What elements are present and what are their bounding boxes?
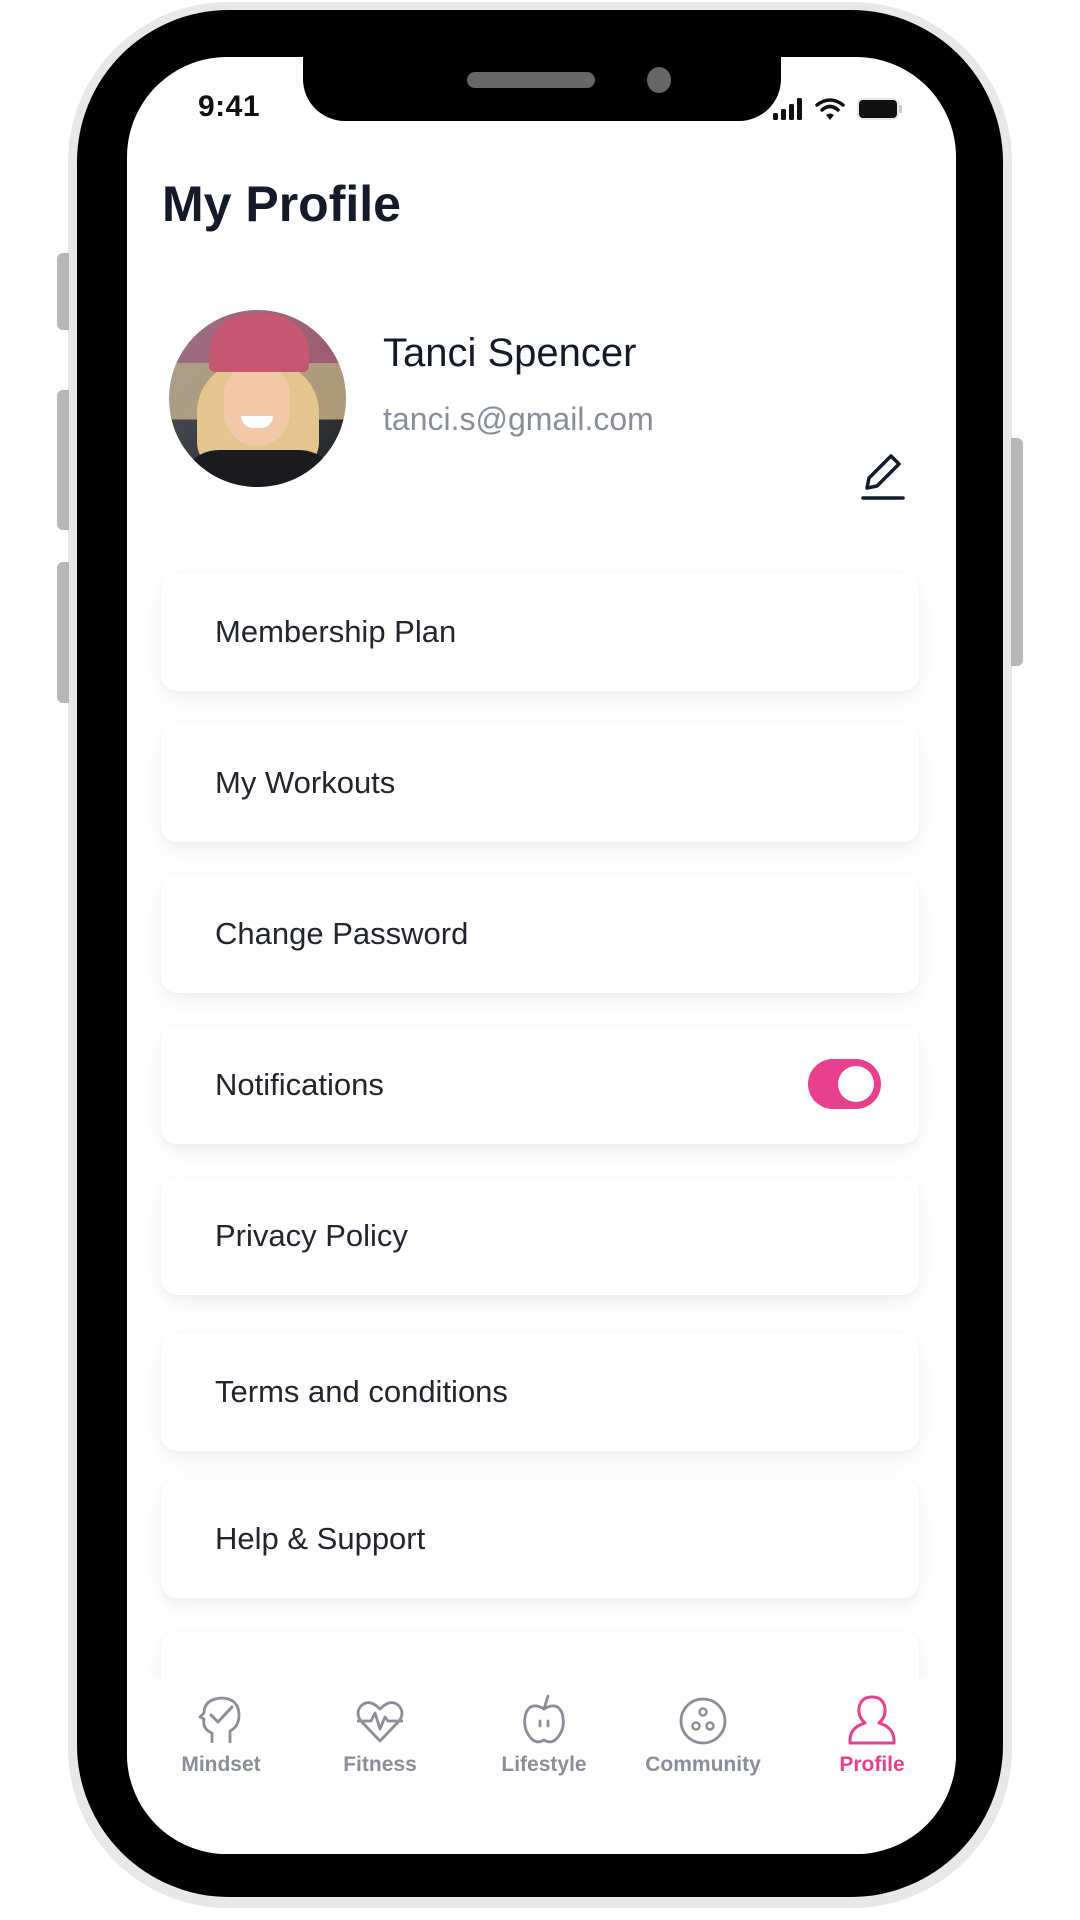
toggle-knob	[838, 1066, 874, 1102]
menu-item-notifications: Notifications	[161, 1026, 919, 1144]
status-time: 9:41	[198, 90, 261, 123]
page-title: My Profile	[162, 176, 401, 232]
nav-item-lifestyle[interactable]: Lifestyle	[469, 1693, 619, 1777]
pencil-icon	[861, 454, 905, 500]
head-check-icon	[198, 1696, 241, 1743]
nav-item-profile[interactable]: Profile	[797, 1693, 947, 1777]
nav-label: Mindset	[181, 1753, 261, 1776]
nav-label: Lifestyle	[501, 1753, 587, 1776]
phone-screen: 9:41 My Profile Tanci Spencer tanci.s@gm…	[127, 57, 956, 1854]
menu-item-privacy-policy[interactable]: Privacy Policy	[161, 1177, 919, 1295]
menu-item-label: Notifications	[215, 1067, 384, 1102]
wifi-icon	[815, 98, 845, 120]
nav-item-community[interactable]: Community	[628, 1693, 778, 1777]
side-button-volume-down	[57, 562, 69, 703]
menu-item-help-support[interactable]: Help & Support	[161, 1480, 919, 1598]
signal-icon	[773, 98, 802, 120]
heart-pulse-icon	[356, 1701, 404, 1743]
menu-item-label: My Workouts	[215, 765, 396, 800]
side-button-power	[1011, 438, 1023, 666]
community-circle-icon	[679, 1697, 727, 1745]
nav-item-mindset[interactable]: Mindset	[146, 1693, 296, 1777]
menu-item-label: Change Password	[215, 916, 469, 951]
side-button-volume-up	[57, 390, 69, 530]
notch	[303, 57, 781, 121]
menu-item-label: Privacy Policy	[215, 1218, 408, 1253]
apple-icon	[523, 1694, 565, 1744]
camera	[647, 67, 671, 93]
nav-label: Profile	[839, 1753, 905, 1776]
menu-item-my-workouts[interactable]: My Workouts	[161, 724, 919, 842]
notifications-toggle[interactable]	[808, 1059, 881, 1109]
menu-item-label: Help & Support	[215, 1521, 426, 1556]
speaker	[467, 72, 595, 88]
profile-email: tanci.s@gmail.com	[383, 401, 654, 437]
menu-item-change-password[interactable]: Change Password	[161, 875, 919, 993]
menu-item-label: Terms and conditions	[215, 1374, 508, 1409]
status-icons	[773, 97, 903, 121]
nav-item-fitness[interactable]: Fitness	[305, 1693, 455, 1777]
nav-label: Community	[645, 1753, 761, 1776]
nav-label: Fitness	[343, 1753, 417, 1776]
battery-icon	[857, 98, 902, 120]
menu-item-label: Membership Plan	[215, 614, 457, 649]
side-button-mute	[57, 253, 69, 330]
menu-item-terms-and-conditions[interactable]: Terms and conditions	[161, 1333, 919, 1451]
bottom-nav: Mindset Fitness Lifestyle Community Prof…	[127, 1679, 956, 1854]
menu-item-membership-plan[interactable]: Membership Plan	[161, 573, 919, 691]
avatar[interactable]	[169, 310, 346, 487]
edit-profile-button[interactable]	[857, 450, 909, 502]
user-icon	[848, 1695, 896, 1745]
profile-name: Tanci Spencer	[383, 331, 637, 375]
